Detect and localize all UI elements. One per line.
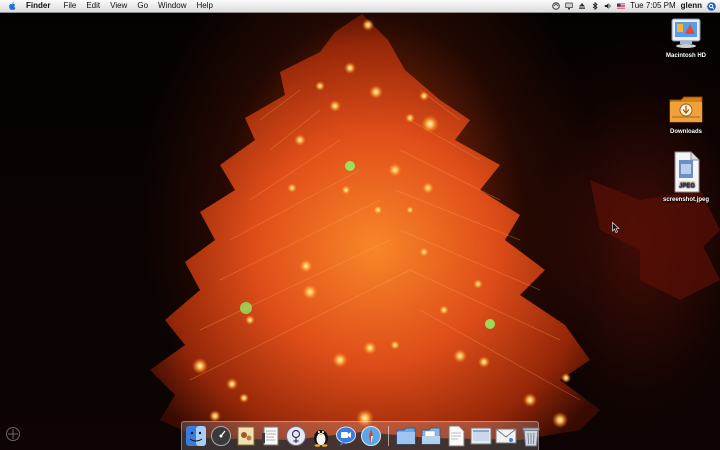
dashboard-icon[interactable] (210, 425, 232, 447)
screenshot-icon[interactable] (470, 425, 492, 447)
user-menu[interactable]: glenn (681, 0, 702, 12)
menu-go[interactable]: Go (132, 0, 153, 12)
ichat-icon[interactable] (335, 425, 357, 447)
jpeg-badge: JPEG (679, 183, 695, 189)
mouse-cursor-icon (612, 222, 620, 233)
desktop[interactable]: Finder File Edit View Go Window Help Tue… (0, 0, 720, 450)
volume-icon[interactable] (604, 2, 612, 10)
desktop-icon-label: Downloads (669, 129, 702, 135)
menu-clock[interactable]: Tue 7:05 PM (630, 0, 676, 12)
menu-help[interactable]: Help (191, 0, 217, 12)
menu-edit[interactable]: Edit (81, 0, 105, 12)
eject-icon[interactable] (578, 2, 586, 10)
dock (181, 421, 542, 450)
documents-folder-icon[interactable] (420, 425, 442, 447)
app-menu-finder[interactable]: Finder (26, 0, 58, 12)
trash-icon[interactable] (520, 425, 542, 447)
bluetooth-icon[interactable] (591, 2, 599, 10)
applications-folder-icon[interactable] (395, 425, 417, 447)
menu-window[interactable]: Window (153, 0, 191, 12)
finder-icon[interactable] (185, 425, 207, 447)
zoom-target-icon (6, 427, 20, 441)
sync-icon[interactable] (552, 2, 560, 10)
desktop-icon-screenshot-jpeg[interactable]: JPEG screenshot.jpeg (656, 150, 716, 203)
us-flag-icon[interactable] (617, 2, 626, 10)
apple-logo-icon[interactable] (8, 1, 17, 11)
menu-view[interactable]: View (105, 0, 132, 12)
desktop-icon-label: Macintosh HD (665, 53, 706, 59)
downloads-folder-icon (669, 96, 703, 123)
desktop-icon-downloads[interactable]: Downloads (656, 92, 716, 135)
jpeg-file-icon: JPEG (674, 151, 700, 193)
menu-bar: Finder File Edit View Go Window Help Tue… (0, 0, 720, 13)
menu-extras: Tue 7:05 PM glenn (552, 0, 716, 12)
menu-file[interactable]: File (58, 0, 81, 12)
spotlight-icon[interactable] (707, 1, 716, 11)
hard-drive-icon (671, 18, 701, 48)
linux-penguin-icon[interactable] (310, 425, 332, 447)
pdf-document-icon[interactable] (445, 425, 467, 447)
desktop-icon-label: screenshot.jpeg (662, 197, 709, 203)
displays-icon[interactable] (565, 2, 573, 10)
itunes-icon[interactable] (285, 425, 307, 447)
textedit-icon[interactable] (260, 425, 282, 447)
safari-icon[interactable] (360, 425, 382, 447)
dock-separator (388, 426, 389, 446)
preview-icon[interactable] (235, 425, 257, 447)
desktop-icon-macintosh-hd[interactable]: Macintosh HD (656, 16, 716, 59)
mail-icon[interactable] (495, 425, 517, 447)
